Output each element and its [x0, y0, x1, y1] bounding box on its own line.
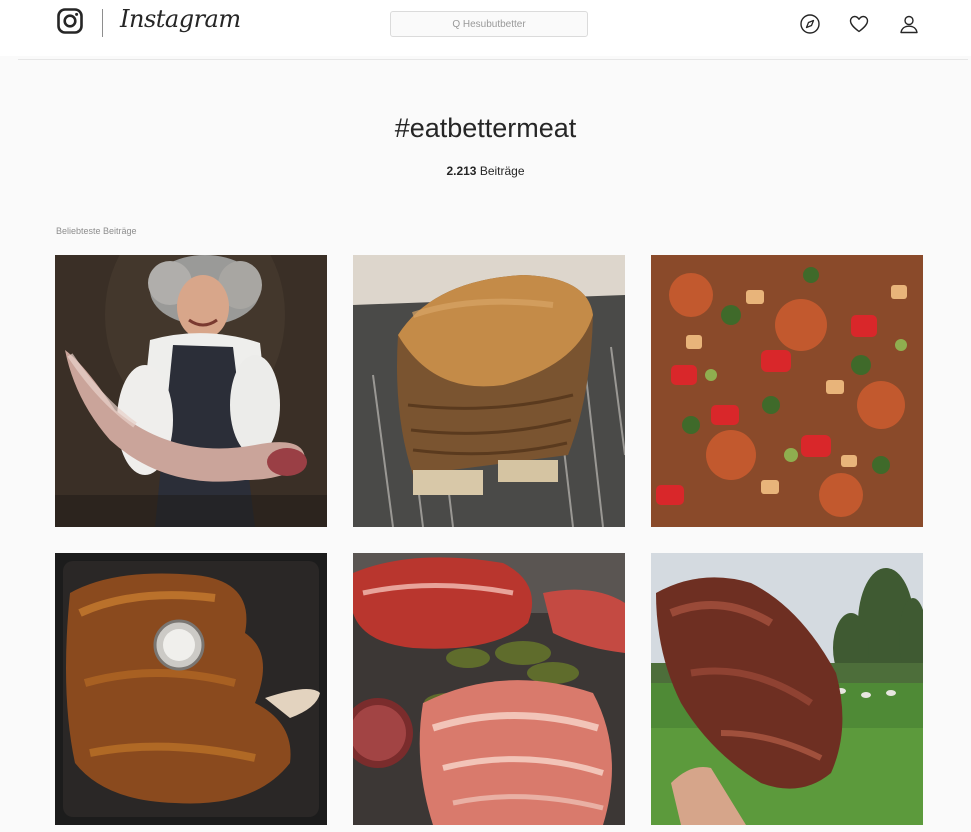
- hashtag-title: #eatbettermeat: [394, 113, 577, 143]
- post-thumbnail[interactable]: [353, 553, 625, 825]
- profile-icon[interactable]: [898, 13, 920, 35]
- post-image: [651, 255, 923, 527]
- heart-icon[interactable]: [848, 13, 870, 35]
- search-input[interactable]: Q Hesubutbetter: [390, 11, 588, 37]
- search-placeholder: Q Hesubutbetter: [452, 18, 526, 30]
- instagram-camera-icon[interactable]: [57, 8, 83, 34]
- post-image: [353, 255, 625, 527]
- post-image: [55, 553, 327, 825]
- post-thumbnail[interactable]: [651, 255, 923, 527]
- post-count-unit: Beiträge: [479, 164, 525, 178]
- post-count-number: 2.213: [446, 164, 477, 178]
- top-posts-label: Beliebteste Beiträge: [56, 226, 137, 236]
- post-thumbnail[interactable]: [353, 255, 625, 527]
- post-thumbnail[interactable]: [651, 553, 923, 825]
- top-navigation-bar: Instagram Q Hesubutbetter: [0, 0, 971, 56]
- post-count: 2.213 Beiträge: [0, 164, 971, 178]
- post-image: [55, 255, 327, 527]
- post-thumbnail[interactable]: [55, 255, 327, 527]
- header-divider: [18, 59, 968, 60]
- post-thumbnail[interactable]: [55, 553, 327, 825]
- instagram-wordmark[interactable]: Instagram: [120, 5, 241, 33]
- post-image: [651, 553, 923, 825]
- logo-divider: [102, 9, 103, 37]
- explore-compass-icon[interactable]: [799, 13, 821, 35]
- post-image: [353, 553, 625, 825]
